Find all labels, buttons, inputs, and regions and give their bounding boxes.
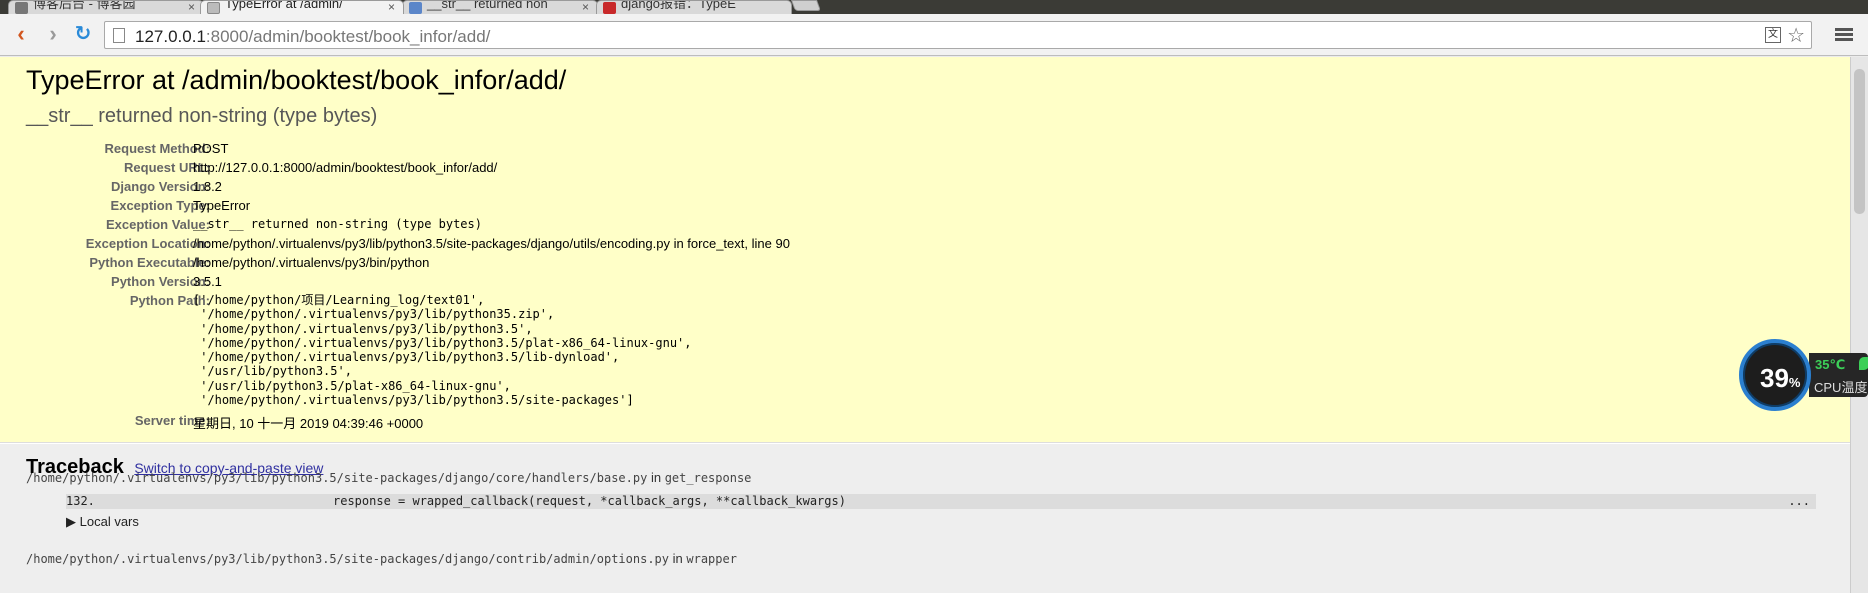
cpu-usage-dial: 39% — [1739, 339, 1811, 411]
tab-label: TypeError at /admin/ — [225, 0, 343, 11]
tab-label: __str__ returned non — [427, 0, 548, 11]
cpu-temperature-label: CPU温度 — [1814, 380, 1868, 395]
meta-row-python-executable: Python Executable: /home/python/.virtual… — [26, 253, 1806, 272]
meta-value: POST — [193, 141, 229, 156]
meta-value: ['/home/python/项目/Learning_log/text01', … — [193, 293, 692, 408]
meta-row-server-time: Server time: 星期日, 10 十一月 2019 04:39:46 +… — [26, 411, 1806, 431]
meta-row-request-url: Request URL: http://127.0.0.1:8000/admin… — [26, 158, 1806, 177]
scrollbar-thumb[interactable] — [1854, 69, 1865, 214]
error-summary: TypeError at /admin/booktest/book_infor/… — [0, 57, 1850, 443]
meta-row-python-version: Python Version: 3.5.1 — [26, 272, 1806, 291]
address-bar[interactable]: 127.0.0.1:8000/admin/booktest/book_infor… — [104, 21, 1812, 49]
meta-key: Request Method: — [104, 141, 210, 156]
frame-function: wrapper — [686, 552, 737, 566]
tab-strip: 博客后台 - 博客园 × TypeError at /admin/ × __st… — [0, 0, 1868, 14]
tab-close-icon[interactable]: × — [582, 1, 589, 14]
cpu-info-panel: 35℃ CPU温度 — [1809, 353, 1868, 397]
triangle-right-icon: ▶ — [66, 514, 76, 529]
tab-close-icon[interactable]: × — [388, 1, 395, 14]
frame-file: /home/python/.virtualenvs/py3/lib/python… — [26, 552, 669, 566]
url-path: :8000/admin/booktest/book_infor/add/ — [205, 27, 491, 46]
meta-key: Exception Value: — [105, 217, 210, 232]
tab-str-returned[interactable]: __str__ returned non × — [402, 0, 598, 14]
address-url[interactable]: 127.0.0.1:8000/admin/booktest/book_infor… — [135, 27, 490, 47]
meta-value: 1.8.2 — [193, 179, 222, 194]
meta-key: Request URL: — [124, 160, 210, 175]
back-arrow-icon[interactable]: ‹ — [10, 23, 32, 45]
local-vars-toggle[interactable]: ▶ Local vars — [66, 514, 139, 530]
meta-key: Server time: — [134, 413, 210, 428]
cpu-percent-value: 39 — [1760, 363, 1789, 393]
meta-value: 3.5.1 — [193, 274, 222, 289]
meta-key: Python Path: — [129, 293, 210, 308]
frame-file-path: /home/python/.virtualenvs/py3/lib/python… — [26, 470, 751, 485]
percent-sign: % — [1788, 375, 1801, 390]
page-favicon-icon — [207, 2, 220, 14]
tab-close-icon[interactable]: × — [188, 1, 195, 14]
translate-icon[interactable]: 文 — [1765, 27, 1781, 43]
meta-value: /home/python/.virtualenvs/py3/lib/python… — [193, 236, 790, 251]
meta-row-python-path: Python Path: ['/home/python/项目/Learning_… — [26, 291, 1806, 411]
tab-django-error[interactable]: django报错：TypeE — [596, 0, 792, 14]
meta-key: Python Executable: — [89, 255, 210, 270]
line-number: 132. — [66, 494, 95, 508]
request-meta-table: Request Method: POST Request URL: http:/… — [26, 139, 1806, 431]
meta-row-exception-value: Exception Value: __str__ returned non-st… — [26, 215, 1806, 234]
bookmark-star-icon[interactable]: ☆ — [1787, 23, 1805, 48]
tab-blog-admin[interactable]: 博客后台 - 博客园 × — [8, 0, 204, 14]
frame-function: get_response — [664, 471, 752, 485]
meta-key: Python Version: — [111, 274, 210, 289]
meta-row-request-method: Request Method: POST — [26, 139, 1806, 158]
page-scrollbar[interactable] — [1850, 57, 1868, 593]
frame-in: in — [672, 551, 683, 566]
browser-toolbar: ‹ › ↻ 127.0.0.1:8000/admin/booktest/book… — [0, 14, 1868, 56]
meta-row-django-version: Django Version: 1.8.2 — [26, 177, 1806, 196]
page-viewport: TypeError at /admin/booktest/book_infor/… — [0, 57, 1850, 593]
meta-key: Exception Type: — [110, 198, 210, 213]
error-message: __str__ returned non-string (type bytes) — [26, 105, 378, 127]
meta-row-exception-location: Exception Location: /home/python/.virtua… — [26, 234, 1806, 253]
traceback-section: Traceback Switch to copy-and-paste view … — [0, 444, 1850, 593]
meta-value: http://127.0.0.1:8000/admin/booktest/boo… — [193, 160, 498, 175]
cnblogs-favicon-icon — [15, 2, 28, 14]
meta-value: /home/python/.virtualenvs/py3/bin/python — [193, 255, 430, 270]
frame-file-path: /home/python/.virtualenvs/py3/lib/python… — [26, 551, 737, 566]
reload-icon[interactable]: ↻ — [72, 23, 94, 45]
meta-value: __str__ returned non-string (type bytes) — [193, 217, 482, 231]
cpu-monitor-widget[interactable]: 35℃ CPU温度 39% — [1737, 337, 1868, 411]
error-title: TypeError at /admin/booktest/book_infor/… — [26, 65, 567, 95]
meta-value: 星期日, 10 十一月 2019 04:39:46 +0000 — [193, 416, 424, 431]
new-tab-button[interactable] — [790, 0, 822, 11]
tab-label: django报错：TypeE — [621, 0, 736, 11]
tab-typeerror[interactable]: TypeError at /admin/ × — [200, 0, 404, 14]
code-text: response = wrapped_callback(request, *ca… — [333, 494, 846, 508]
forward-arrow-icon[interactable]: › — [42, 23, 64, 45]
meta-key: Exception Location: — [85, 236, 210, 251]
frame-file: /home/python/.virtualenvs/py3/lib/python… — [26, 471, 648, 485]
cpu-temperature: 35℃ — [1815, 357, 1846, 372]
search-favicon-icon — [409, 2, 422, 14]
meta-key: Django Version: — [111, 179, 210, 194]
meta-value: TypeError — [193, 198, 251, 213]
csdn-favicon-icon — [603, 2, 616, 14]
tab-label: 博客后台 - 博客园 — [33, 0, 136, 11]
expand-context-ellipsis[interactable]: ... — [1788, 494, 1810, 509]
leaf-icon — [1859, 357, 1868, 370]
browser-menu-icon[interactable] — [1835, 26, 1853, 44]
cpu-usage-percent: 39% — [1760, 363, 1800, 394]
page-icon — [113, 28, 125, 43]
local-vars-label: Local vars — [79, 514, 139, 529]
meta-row-exception-type: Exception Type: TypeError — [26, 196, 1806, 215]
frame-in: in — [650, 470, 662, 485]
url-host: 127.0.0.1 — [135, 27, 206, 46]
frame-context-line[interactable]: 132. response = wrapped_callback(request… — [66, 494, 1816, 509]
